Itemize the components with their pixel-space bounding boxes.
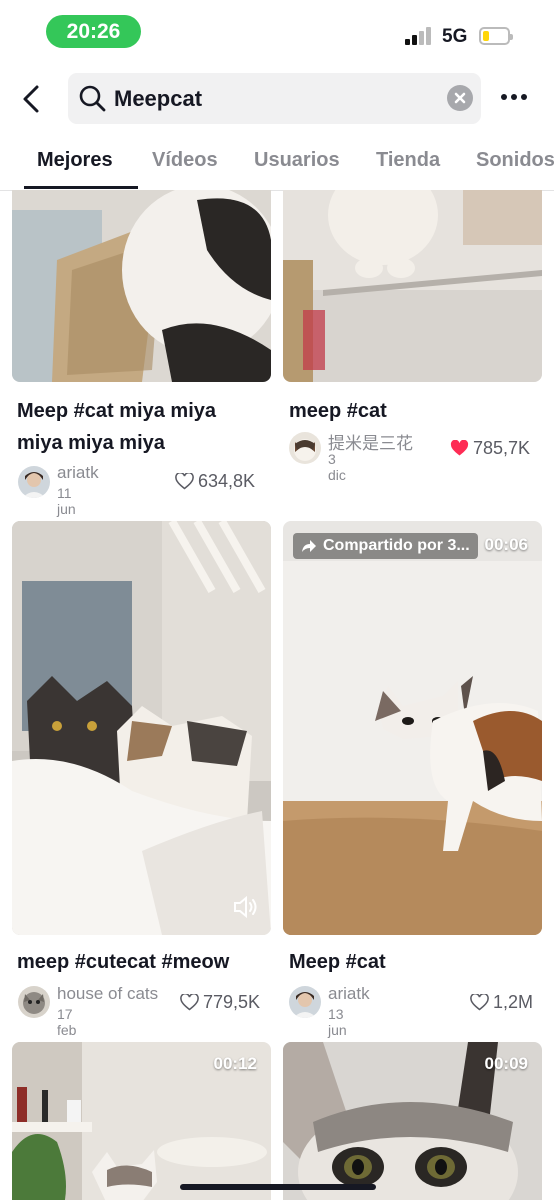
author-name[interactable]: ariatk: [57, 463, 99, 483]
like-count-value: 785,7K: [473, 438, 531, 458]
like-count[interactable]: 634,8K: [175, 471, 255, 492]
home-indicator[interactable]: [180, 1184, 376, 1190]
video-caption[interactable]: meep #cat: [289, 395, 539, 427]
video-caption[interactable]: meep #cutecat #meow: [17, 946, 269, 978]
video-duration: 00:12: [213, 1054, 257, 1073]
video-thumbnail[interactable]: [12, 190, 271, 382]
like-count-value: 634,8K: [198, 471, 256, 491]
more-options-button[interactable]: [498, 84, 532, 110]
tab-videos[interactable]: Vídeos: [152, 149, 218, 172]
video-thumbnail[interactable]: 00:12: [12, 1042, 271, 1200]
tab-sonidos[interactable]: Sonidos: [476, 149, 554, 172]
network-type: 5G: [442, 26, 468, 47]
shared-by-badge[interactable]: Compartido por 3...: [293, 533, 478, 559]
chevron-left-icon: [23, 85, 39, 113]
more-horizontal-icon: [501, 94, 527, 100]
speaker-icon[interactable]: [232, 895, 260, 919]
video-thumbnail[interactable]: [283, 190, 542, 382]
heart-icon: [180, 994, 199, 1011]
shared-by-label: Compartido por 3...: [323, 537, 470, 554]
avatar[interactable]: [289, 432, 321, 464]
video-duration: 00:09: [484, 1054, 528, 1073]
share-arrow-icon: [302, 540, 316, 552]
clear-icon: [454, 92, 466, 104]
like-count-value: 1,2M: [493, 992, 534, 1012]
results-grid: Meep #cat miya miya miya miya miya ariat…: [0, 190, 554, 1200]
heart-icon: [450, 440, 469, 456]
like-count-value: 779,5K: [203, 992, 261, 1012]
avatar[interactable]: [289, 986, 321, 1018]
video-thumbnail[interactable]: 00:09: [283, 1042, 542, 1200]
back-button[interactable]: [16, 82, 50, 116]
tab-usuarios[interactable]: Usuarios: [254, 149, 340, 172]
clear-search-button[interactable]: [447, 85, 473, 111]
tab-tienda[interactable]: Tienda: [376, 149, 440, 172]
post-date: 13 jun: [328, 1006, 347, 1038]
avatar[interactable]: [18, 986, 50, 1018]
heart-icon: [175, 473, 194, 490]
cellular-signal-icon: [405, 27, 433, 45]
like-count[interactable]: 1,2M: [470, 992, 533, 1013]
heart-icon: [470, 994, 489, 1011]
search-icon: [79, 85, 106, 112]
search-input[interactable]: Meepcat: [114, 86, 202, 112]
battery-icon: [479, 27, 513, 45]
video-caption[interactable]: Meep #cat miya miya miya miya miya: [17, 395, 267, 459]
like-count[interactable]: 779,5K: [180, 992, 260, 1013]
video-duration: 00:06: [484, 535, 528, 554]
status-bar: 20:26 5G: [0, 0, 554, 64]
tab-mejores[interactable]: Mejores: [37, 149, 113, 172]
author-name[interactable]: house of cats: [57, 984, 158, 1004]
avatar[interactable]: [18, 466, 50, 498]
active-tab-indicator: [24, 186, 138, 189]
author-name[interactable]: ariatk: [328, 984, 370, 1004]
post-date: 11 jun: [57, 485, 76, 517]
post-date: 3 dic: [328, 451, 346, 483]
video-thumbnail[interactable]: [12, 521, 271, 935]
search-bar[interactable]: Meepcat: [68, 73, 481, 124]
post-date: 17 feb: [57, 1006, 77, 1038]
video-thumbnail[interactable]: Compartido por 3... 00:06: [283, 521, 542, 935]
like-count[interactable]: 785,7K: [450, 438, 530, 459]
status-time: 20:26: [46, 15, 141, 48]
results-tabs: Mejores Vídeos Usuarios Tienda Sonidos: [0, 132, 554, 191]
video-caption[interactable]: Meep #cat: [289, 946, 539, 978]
